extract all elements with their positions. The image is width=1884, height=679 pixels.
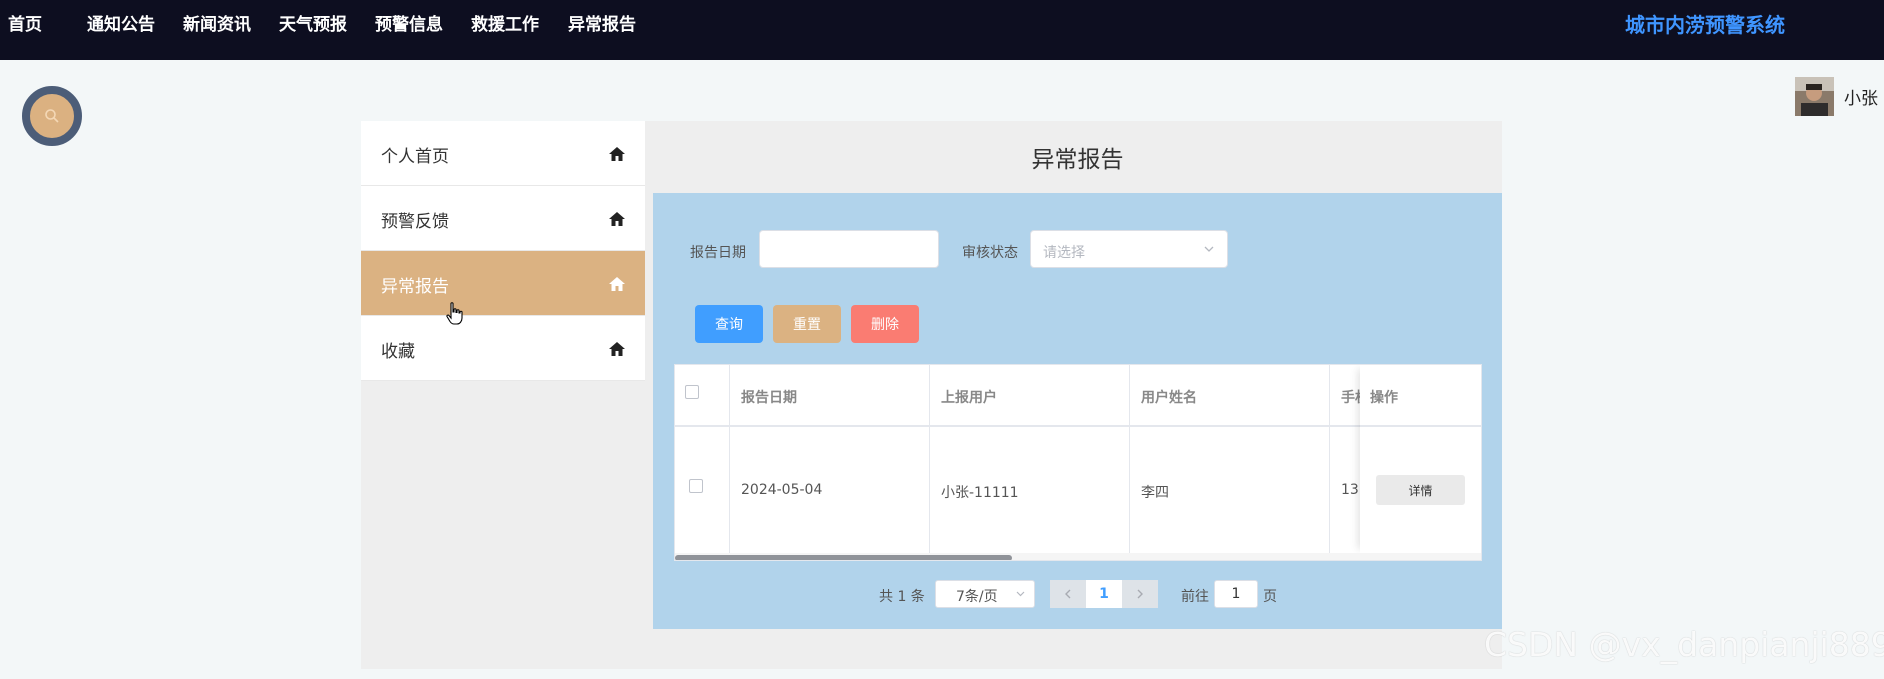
column-divider [1329,365,1330,553]
reset-button[interactable]: 重置 [773,305,841,343]
sidebar-item-profile-home[interactable]: 个人首页 [361,121,645,186]
chevron-right-icon [1137,589,1143,599]
delete-button[interactable]: 删除 [851,305,919,343]
cell-report-date: 2024-05-04 [741,482,823,498]
row-checkbox[interactable] [689,479,703,493]
nav-notices[interactable]: 通知公告 [87,10,155,35]
cell-reporter: 小张-11111 [941,485,1019,501]
select-all-checkbox[interactable] [685,385,699,399]
sidebar-item-label: 收藏 [381,342,415,362]
user-name[interactable]: 小张 [1844,84,1878,109]
avatar[interactable] [1795,77,1834,116]
header-phone[interactable]: 手机 [1341,387,1361,407]
page-suffix: 页 [1263,589,1277,605]
page-title: 异常报告 [1031,147,1124,173]
report-date-input[interactable] [759,230,939,268]
prev-page-button[interactable] [1050,580,1086,608]
sidebar-item-abnormal-report[interactable]: 异常报告 [361,251,645,316]
goto-label: 前往 [1181,589,1209,605]
table-header-divider [1360,425,1481,427]
cell-phone: 13 [1341,482,1359,498]
cell-user-name: 李四 [1141,485,1169,501]
nav-rescue[interactable]: 救援工作 [471,10,539,35]
chevron-down-icon [1204,246,1214,252]
sidebar-item-label: 个人首页 [381,147,449,167]
nav-news[interactable]: 新闻资讯 [183,10,251,35]
home-icon [609,342,625,356]
sidebar: 个人首页 预警反馈 异常报告 收藏 [361,121,645,381]
home-icon [609,147,625,161]
hand-cursor-icon [446,302,463,325]
floating-search-button[interactable] [22,86,82,146]
home-icon [609,212,625,226]
sidebar-item-favorites[interactable]: 收藏 [361,316,645,381]
goto-page-input[interactable] [1214,580,1258,608]
fixed-action-column: 操作 详情 [1360,365,1481,553]
header-user-name[interactable]: 用户姓名 [1141,387,1197,407]
header-report-date[interactable]: 报告日期 [741,387,797,407]
home-icon [609,277,625,291]
column-divider [729,365,730,553]
review-status-placeholder: 请选择 [1043,245,1085,261]
column-divider [929,365,930,553]
chevron-down-icon [1016,591,1025,597]
chevron-left-icon [1065,589,1071,599]
query-button[interactable]: 查询 [695,305,763,343]
details-button[interactable]: 详情 [1376,475,1465,505]
page-number-current[interactable]: 1 [1086,580,1122,608]
sidebar-item-label: 预警反馈 [381,212,449,232]
sidebar-item-warning-feedback[interactable]: 预警反馈 [361,186,645,251]
nav-abnormal-report[interactable]: 异常报告 [568,10,636,35]
search-icon [45,109,59,123]
top-nav-bar: 首页 通知公告 新闻资讯 天气预报 预警信息 救援工作 异常报告 城市内涝预警系… [0,0,1884,60]
total-count: 共 1 条 [879,589,925,605]
report-date-label: 报告日期 [690,245,746,261]
horizontal-scrollbar[interactable] [675,555,1012,560]
nav-warnings[interactable]: 预警信息 [375,10,443,35]
next-page-button[interactable] [1122,580,1158,608]
report-table: 报告日期 上报用户 用户姓名 手机 2024-05-04 小张-11111 李四… [674,364,1482,561]
header-actions: 操作 [1370,390,1398,406]
column-divider [1129,365,1130,553]
sidebar-item-label: 异常报告 [381,277,449,297]
review-status-label: 审核状态 [962,245,1018,261]
site-title: 城市内涝预警系统 [1625,13,1785,37]
nav-home[interactable]: 首页 [8,10,42,35]
header-reporter[interactable]: 上报用户 [941,387,997,407]
user-avatar-image [1795,77,1834,116]
watermark: CSDN @vx_danpianji889 [1484,625,1884,664]
nav-weather[interactable]: 天气预报 [279,10,347,35]
page-size-value: 7条/页 [956,589,998,605]
